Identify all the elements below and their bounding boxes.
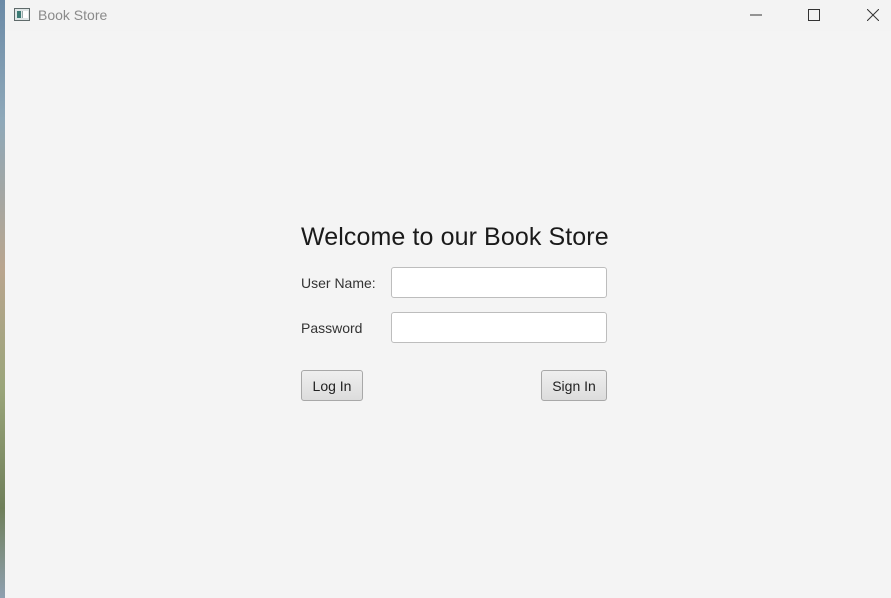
login-form: Welcome to our Book Store User Name: Pas… (5, 31, 891, 598)
maximize-button[interactable] (791, 0, 837, 31)
username-field[interactable] (391, 267, 607, 298)
signin-button[interactable]: Sign In (541, 370, 607, 401)
username-label: User Name: (301, 275, 376, 291)
app-icon (14, 8, 30, 21)
maximize-icon (808, 9, 820, 21)
minimize-icon (750, 14, 762, 16)
close-icon (867, 9, 879, 21)
minimize-button[interactable] (733, 0, 779, 31)
password-field[interactable] (391, 312, 607, 343)
close-button[interactable] (850, 0, 891, 31)
title-bar[interactable]: Book Store (5, 0, 891, 31)
password-label: Password (301, 320, 363, 336)
login-button[interactable]: Log In (301, 370, 363, 401)
window-title: Book Store (38, 7, 108, 23)
welcome-heading: Welcome to our Book Store (301, 223, 609, 251)
app-window: Book Store Welcome to our Book Store Use… (5, 0, 891, 598)
